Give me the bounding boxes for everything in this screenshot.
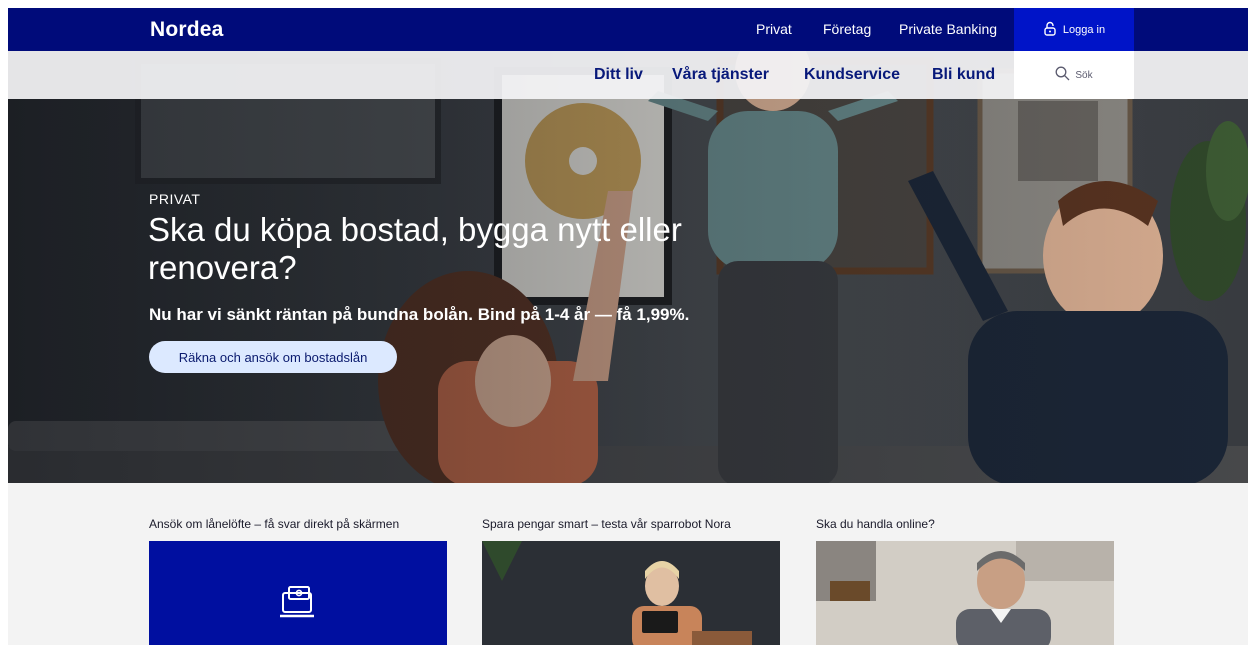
top-bar: Nordea Privat Företag Private Banking Lo… bbox=[8, 8, 1248, 51]
card-media-photo-man bbox=[816, 541, 1114, 645]
promo-cards: Ansök om lånelöfte – få svar direkt på s… bbox=[8, 483, 1248, 645]
card-media-photo-woman bbox=[482, 541, 780, 645]
hero-headline: Ska du köpa bostad, bygga nytt eller ren… bbox=[148, 211, 682, 286]
laptop-money-icon bbox=[279, 585, 315, 624]
hero-subline: Nu har vi sänkt räntan på bundna bolån. … bbox=[149, 305, 690, 324]
hero-eyebrow: PRIVAT bbox=[149, 191, 201, 207]
mortgage-cta-button[interactable]: Räkna och ansök om bostadslån bbox=[149, 341, 397, 373]
segment-private-banking[interactable]: Private Banking bbox=[899, 8, 997, 51]
search-button[interactable]: Sök bbox=[1014, 51, 1134, 99]
lock-icon bbox=[1043, 21, 1057, 39]
search-icon bbox=[1055, 66, 1070, 84]
nav-item-bli-kund[interactable]: Bli kund bbox=[932, 51, 995, 99]
login-label: Logga in bbox=[1062, 23, 1106, 36]
login-button[interactable]: Logga in bbox=[1014, 8, 1134, 51]
nav-item-ditt-liv[interactable]: Ditt liv bbox=[594, 51, 643, 99]
card-title: Spara pengar smart – testa vår sparrobot… bbox=[482, 517, 731, 531]
card-title: Ska du handla online? bbox=[816, 517, 935, 531]
segment-foretag[interactable]: Företag bbox=[823, 8, 871, 51]
search-label: Sök bbox=[1075, 69, 1093, 81]
card-title: Ansök om lånelöfte – få svar direkt på s… bbox=[149, 517, 400, 531]
nav-item-vara-tjanster[interactable]: Våra tjänster bbox=[672, 51, 769, 99]
segment-privat[interactable]: Privat bbox=[756, 8, 792, 51]
nav-item-kundservice[interactable]: Kundservice bbox=[804, 51, 900, 99]
hero-banner: PRIVAT Ska du köpa bostad, bygga nytt el… bbox=[8, 51, 1248, 483]
page-frame: Nordea Privat Företag Private Banking Lo… bbox=[8, 8, 1248, 645]
main-navigation: Ditt liv Våra tjänster Kundservice Bli k… bbox=[8, 51, 1248, 99]
nordea-logo[interactable]: Nordea bbox=[150, 18, 224, 42]
card-media-blue-panel bbox=[149, 541, 447, 645]
